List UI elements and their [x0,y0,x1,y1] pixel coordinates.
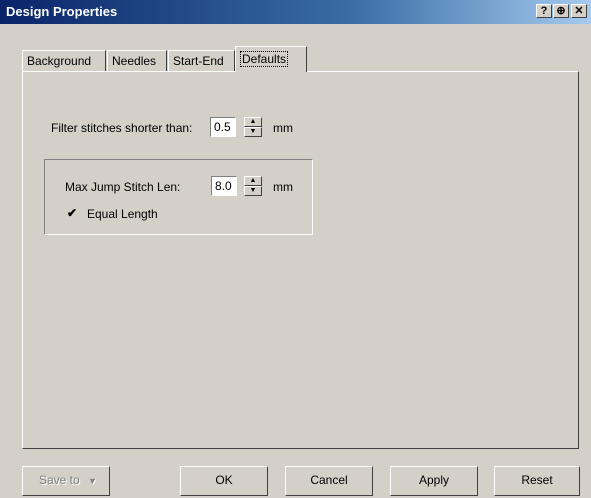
apply-button[interactable]: Apply [390,466,478,496]
filter-stitches-input[interactable]: 0.5 [210,117,236,137]
chevron-down-icon: ▼ [88,476,97,486]
max-jump-value: 8.0 [215,179,232,193]
tab-needles[interactable]: Needles [107,50,167,71]
save-to-button[interactable]: Save to ▼ [22,466,110,496]
max-jump-input[interactable]: 8.0 [211,176,237,196]
tab-defaults[interactable]: Defaults [235,46,307,72]
pin-icon[interactable]: ⊕ [553,4,569,18]
tab-label: Background [27,54,92,68]
save-to-label: Save to [39,473,80,487]
equal-length-label: Equal Length [87,207,158,221]
tab-label: Start-End [173,54,224,68]
tab-start-end[interactable]: Start-End [168,50,235,71]
defaults-panel: Filter stitches shorter than: 0.5 ▲ ▼ mm… [22,71,579,449]
tab-label: Needles [112,54,157,68]
cancel-button[interactable]: Cancel [285,466,373,496]
filter-stitches-label: Filter stitches shorter than: [51,121,193,135]
filter-stitches-value: 0.5 [214,120,231,134]
max-jump-unit: mm [273,180,293,194]
close-icon[interactable]: ✕ [571,4,587,18]
spin-down-icon[interactable]: ▼ [244,127,262,137]
apply-label: Apply [418,473,450,487]
help-icon[interactable]: ? [536,4,552,18]
ok-label: OK [215,473,233,487]
tab-background[interactable]: Background [22,50,106,71]
spin-up-icon[interactable]: ▲ [244,176,262,186]
spin-down-icon[interactable]: ▼ [244,186,262,196]
max-jump-spinner[interactable]: ▲ ▼ [244,176,262,196]
jump-stitch-group: Max Jump Stitch Len: 8.0 ▲ ▼ mm ✔ Equal … [44,159,313,235]
spin-up-icon[interactable]: ▲ [244,117,262,127]
reset-label: Reset [521,473,553,487]
reset-button[interactable]: Reset [494,466,580,496]
filter-stitches-spinner[interactable]: ▲ ▼ [244,117,262,137]
cancel-label: Cancel [310,473,348,487]
window-title: Design Properties [6,4,118,19]
filter-unit: mm [273,121,293,135]
tab-label: Defaults [240,51,289,67]
max-jump-label: Max Jump Stitch Len: [65,180,181,194]
ok-button[interactable]: OK [180,466,268,496]
title-bar: Design Properties ? ⊕ ✕ [0,0,591,24]
equal-length-checkbox[interactable]: ✔ [67,207,80,220]
